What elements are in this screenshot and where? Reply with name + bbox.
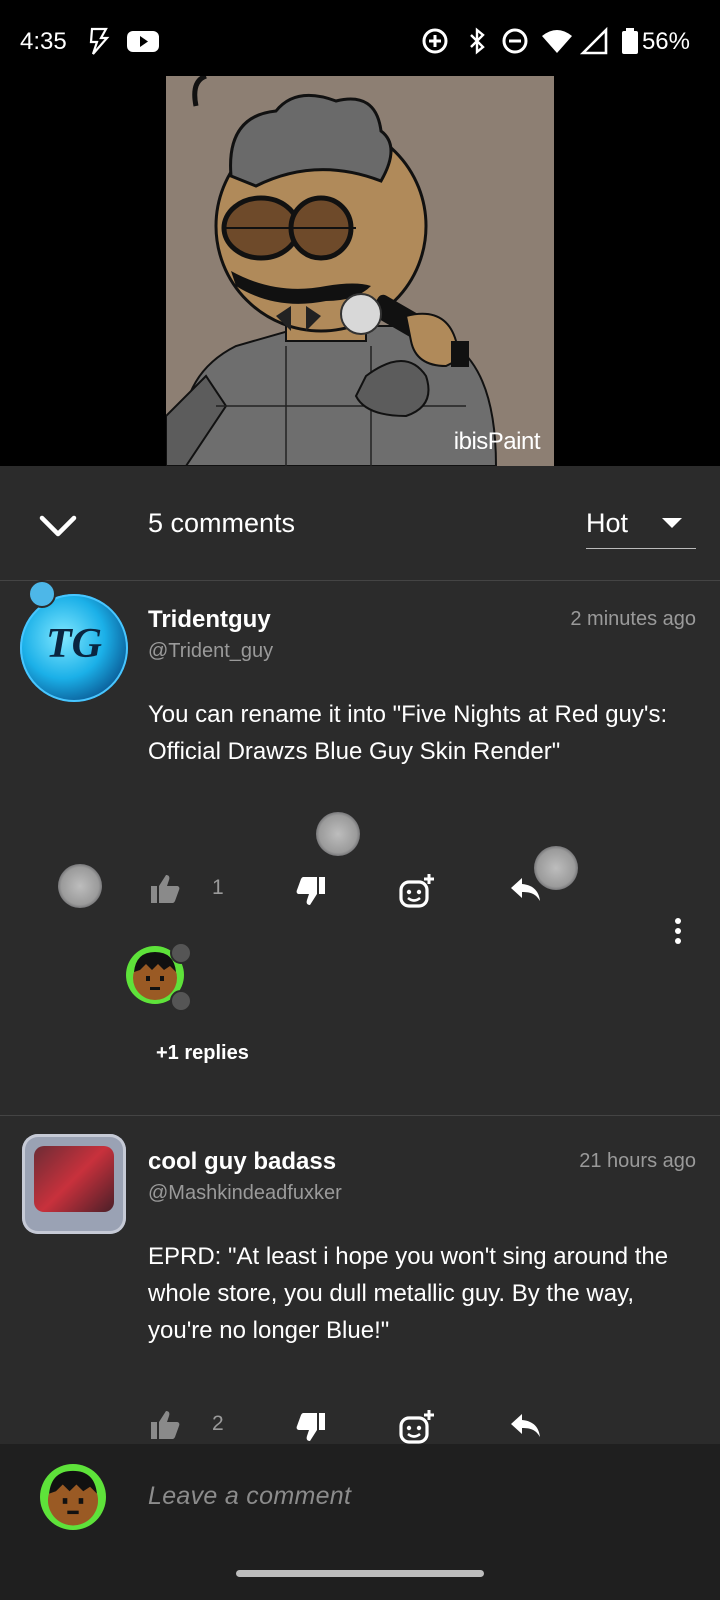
watermark: ibisPaint	[453, 428, 541, 455]
wifi-icon	[542, 30, 572, 53]
avatar-initials: TG	[46, 621, 102, 667]
comment-handle[interactable]: @Mashkindeadfuxker	[148, 1182, 342, 1205]
do-not-disturb-icon	[502, 28, 528, 54]
comment-username[interactable]: Tridentguy	[148, 606, 271, 634]
comment-item: TG Tridentguy @Trident_guy 2 minutes ago…	[0, 580, 720, 1115]
reply-icon[interactable]	[508, 1408, 542, 1442]
youtube-icon	[127, 31, 159, 52]
touch-indicator	[58, 864, 102, 908]
add-reaction-icon[interactable]	[398, 872, 436, 910]
status-time: 4:35	[20, 28, 67, 55]
thumbs-down-icon[interactable]	[294, 874, 328, 908]
tv-screen-image	[34, 1146, 114, 1212]
comment-text: EPRD: "At least i hope you won't sing ar…	[148, 1243, 669, 1344]
thumbs-up-icon[interactable]	[148, 1408, 182, 1442]
comment-username[interactable]: cool guy badass	[148, 1148, 336, 1176]
comments-count: 5 comments	[148, 508, 296, 538]
user-avatar[interactable]	[40, 1464, 106, 1530]
battery-percentage: 56%	[641, 28, 690, 55]
comment-composer[interactable]: Leave a comment	[0, 1444, 720, 1550]
comment-time: 21 hours ago	[579, 1150, 696, 1172]
chat-bubble-icon	[170, 942, 192, 964]
touch-indicator	[534, 846, 578, 890]
caret-down-icon	[662, 518, 682, 528]
sort-label: Hot	[586, 508, 629, 538]
badge-icon	[28, 580, 56, 608]
sort-dropdown[interactable]: Hot	[586, 504, 696, 549]
signal-icon	[580, 26, 608, 55]
avatar[interactable]: TG	[20, 594, 128, 702]
comment-item: cool guy badass @Mashkindeadfuxker 21 ho…	[0, 1116, 720, 1444]
pixel-face-icon	[47, 1470, 99, 1526]
artwork-illustration	[166, 76, 498, 466]
chevron-down-icon[interactable]	[36, 504, 80, 548]
comment-text: You can rename it into "Five Nights at R…	[148, 701, 668, 765]
more-options-icon[interactable]	[670, 916, 686, 946]
home-gesture-handle[interactable]	[236, 1570, 484, 1577]
battery-icon	[622, 28, 638, 54]
comments-header: 5 comments Hot	[0, 466, 720, 581]
post-image-area[interactable]: ibisPaint	[0, 76, 720, 466]
navigation-bar	[0, 1550, 720, 1600]
like-count: 1	[212, 876, 224, 899]
view-replies-link[interactable]: +1 replies	[156, 1042, 249, 1065]
thumbs-down-icon[interactable]	[294, 1410, 328, 1444]
thumbs-up-icon[interactable]	[148, 872, 182, 906]
add-reaction-icon[interactable]	[398, 1408, 436, 1446]
comment-input[interactable]: Leave a comment	[148, 1482, 351, 1511]
flash-auto-icon	[89, 27, 110, 55]
data-saver-icon	[422, 28, 448, 54]
artwork-image[interactable]: ibisPaint	[166, 76, 554, 466]
like-count: 2	[212, 1412, 224, 1435]
comment-handle[interactable]: @Trident_guy	[148, 640, 273, 663]
comment-time: 2 minutes ago	[570, 608, 696, 630]
touch-indicator	[316, 812, 360, 856]
avatar[interactable]	[22, 1134, 126, 1234]
heart-icon	[170, 990, 192, 1012]
bluetooth-icon	[470, 27, 485, 55]
